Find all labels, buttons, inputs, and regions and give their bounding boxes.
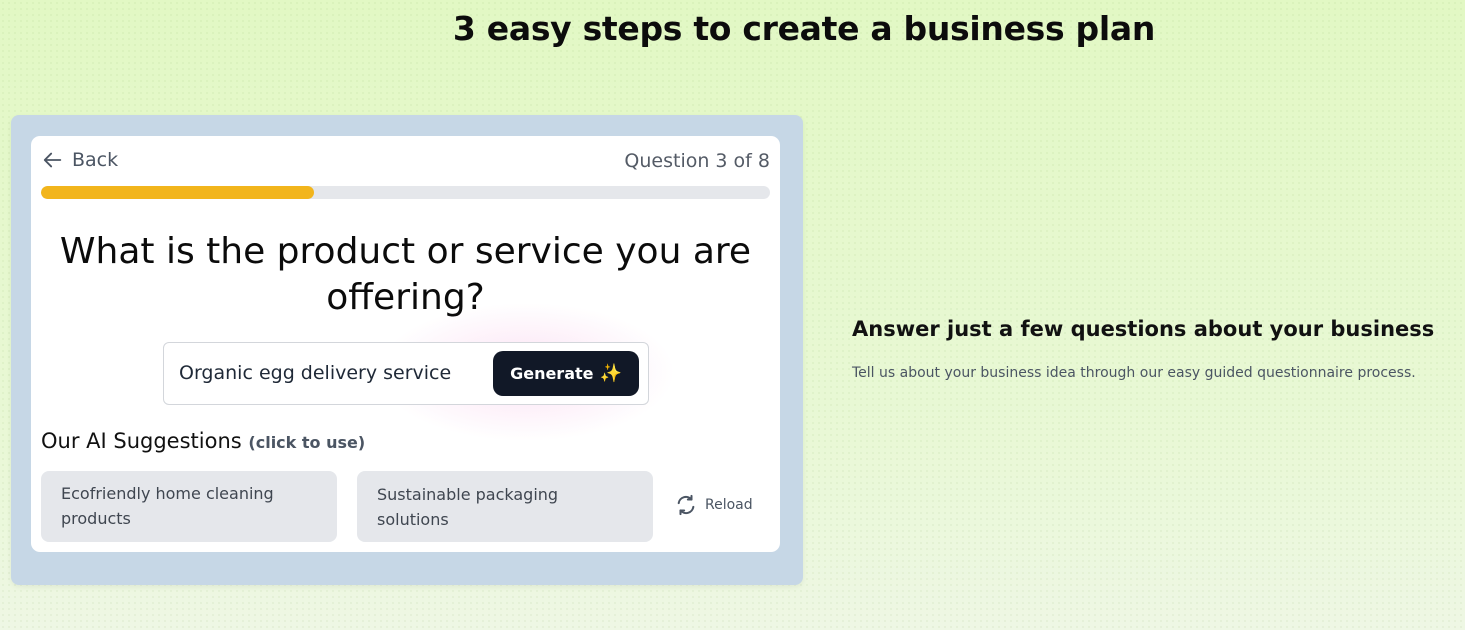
step-description: Tell us about your business idea through… <box>852 365 1416 381</box>
question-counter: Question 3 of 8 <box>624 150 770 172</box>
reload-button[interactable]: Reload <box>675 494 753 516</box>
suggestion-chip[interactable]: Ecofriendly home cleaning products <box>41 471 337 542</box>
reload-label: Reload <box>705 497 753 513</box>
questionnaire-preview-frame: Back Question 3 of 8 What is the product… <box>11 115 803 585</box>
back-button[interactable]: Back <box>42 149 118 171</box>
step-title: Answer just a few questions about your b… <box>852 317 1435 341</box>
arrow-left-icon <box>43 152 62 168</box>
generate-button[interactable]: Generate ✨ <box>493 351 639 396</box>
suggestion-chip[interactable]: Sustainable packaging solutions <box>357 471 653 542</box>
question-heading: What is the product or service you are o… <box>59 231 752 318</box>
answer-value[interactable]: Organic egg delivery service <box>179 362 451 384</box>
progress-fill <box>41 186 315 199</box>
reload-icon <box>677 494 695 516</box>
questionnaire-card: Back Question 3 of 8 What is the product… <box>31 136 780 552</box>
suggestions-heading: Our AI Suggestions (click to use) <box>41 429 365 453</box>
page-title: 3 easy steps to create a business plan <box>452 9 1156 48</box>
progress-bar <box>41 186 770 199</box>
suggestion-label: Ecofriendly home cleaning products <box>61 484 274 528</box>
suggestions-hint: (click to use) <box>248 433 366 452</box>
generate-label: Generate <box>510 364 594 383</box>
answer-field[interactable]: Organic egg delivery service Generate ✨ <box>163 342 649 405</box>
suggestions-title: Our AI Suggestions <box>41 429 242 453</box>
back-label: Back <box>72 149 119 171</box>
sparkle-icon: ✨ <box>599 363 622 384</box>
suggestion-label: Sustainable packaging solutions <box>377 484 559 529</box>
